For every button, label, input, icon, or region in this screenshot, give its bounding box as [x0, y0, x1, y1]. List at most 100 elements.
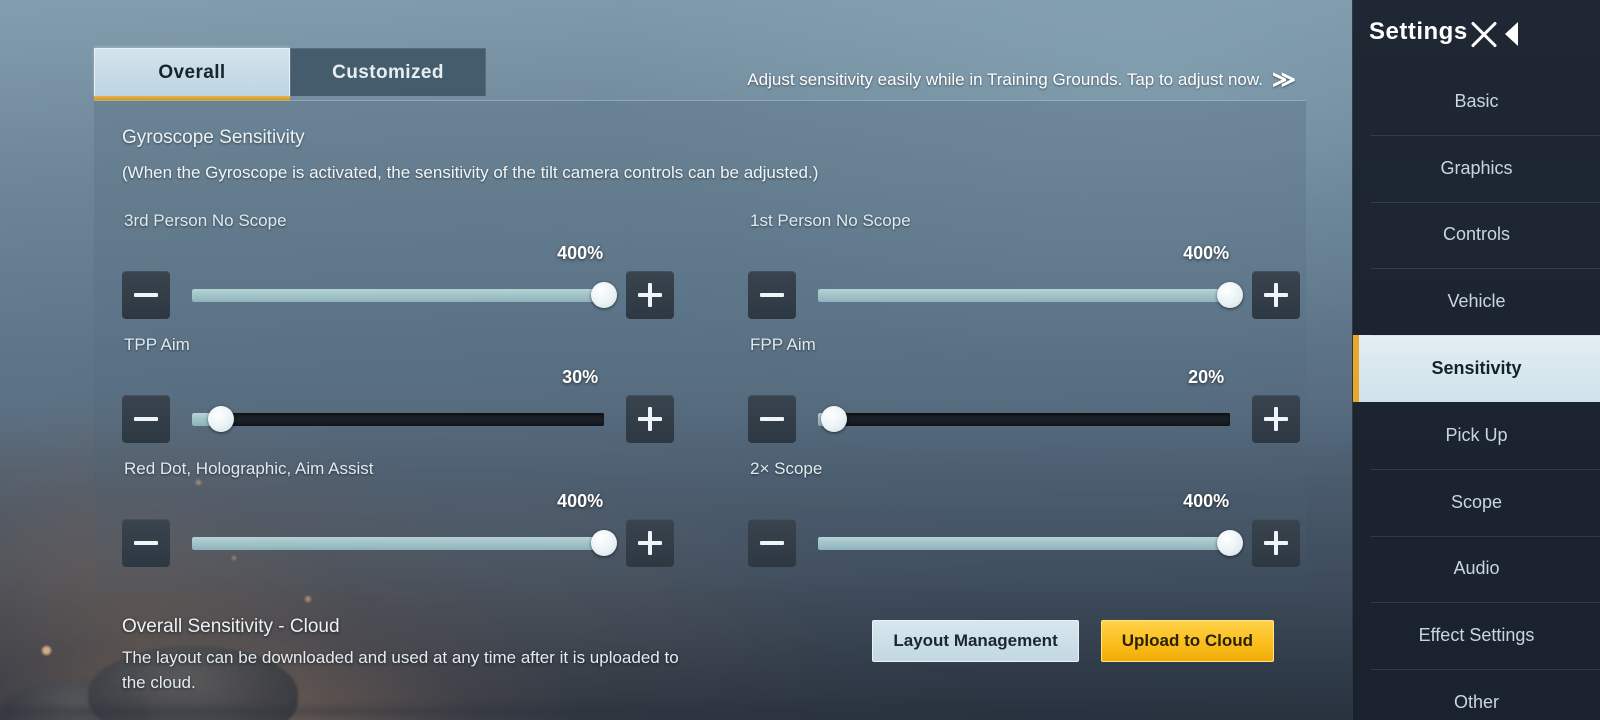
decrease-button[interactable] — [122, 395, 170, 443]
increase-button[interactable] — [626, 395, 674, 443]
sidebar-item-sensitivity[interactable]: Sensitivity — [1353, 335, 1600, 402]
decrease-button[interactable] — [122, 271, 170, 319]
slider-track[interactable] — [818, 406, 1230, 432]
slider-label: FPP Aim — [750, 335, 816, 354]
decrease-button[interactable] — [748, 519, 796, 567]
sidebar-item-label: Sensitivity — [1431, 358, 1522, 379]
close-icon[interactable] — [1463, 14, 1505, 56]
plus-icon-vertical — [648, 407, 652, 431]
slider-controls — [748, 271, 1300, 319]
slider-controls — [122, 271, 674, 319]
decrease-button[interactable] — [748, 271, 796, 319]
settings-screen: Overall Customized Adjust sensitivity ea… — [0, 0, 1600, 720]
increase-button[interactable] — [1252, 395, 1300, 443]
training-grounds-hint[interactable]: Adjust sensitivity easily while in Train… — [747, 68, 1296, 91]
sidebar-item-controls[interactable]: Controls — [1353, 201, 1600, 269]
slider-track-area[interactable] — [818, 271, 1243, 319]
sidebar-title: Settings — [1369, 18, 1468, 45]
plus-icon-vertical — [648, 531, 652, 555]
settings-sidebar: Settings Basic Graphics Controls Vehicle… — [1352, 0, 1600, 720]
tab-customized[interactable]: Customized — [290, 48, 486, 96]
slider-thumb[interactable] — [1217, 530, 1243, 556]
slider-track[interactable] — [192, 406, 604, 432]
gyroscope-section-title: Gyroscope Sensitivity — [122, 127, 305, 148]
plus-icon-vertical — [1274, 407, 1278, 431]
slider-track[interactable] — [192, 530, 617, 556]
slider-thumb[interactable] — [591, 282, 617, 308]
slider-controls — [122, 395, 674, 443]
slider-value: 400% — [557, 491, 604, 511]
tab-bar: Overall Customized — [94, 48, 486, 101]
slider-label: TPP Aim — [124, 335, 190, 354]
slider-track-area[interactable] — [818, 395, 1230, 443]
sidebar-header: Settings — [1353, 0, 1600, 68]
slider-thumb[interactable] — [821, 406, 848, 432]
sidebar-item-basic[interactable]: Basic — [1353, 68, 1600, 135]
increase-button[interactable] — [1252, 519, 1300, 567]
increase-button[interactable] — [626, 519, 674, 567]
sidebar-item-label: Controls — [1442, 224, 1511, 245]
cloud-section: Overall Sensitivity - Cloud The layout c… — [94, 608, 1306, 708]
cloud-action-buttons: Layout Management Upload to Cloud — [872, 620, 1274, 662]
sidebar-item-label: Basic — [1454, 90, 1499, 111]
minus-icon — [760, 417, 784, 421]
sidebar-item-label: Pick Up — [1445, 424, 1508, 445]
increase-button[interactable] — [626, 271, 674, 319]
slider-fill — [192, 536, 604, 550]
minus-icon — [760, 293, 784, 297]
sidebar-item-audio[interactable]: Audio — [1353, 535, 1600, 603]
sidebar-item-label: Other — [1453, 692, 1500, 713]
tab-overall-label: Overall — [158, 61, 226, 83]
slider-fill — [818, 288, 1230, 302]
plus-icon-vertical — [648, 283, 652, 307]
slider-row-3rd-person-no-scope: 3rd Person No Scope 400% — [122, 205, 674, 329]
slider-value: 30% — [562, 367, 599, 387]
plus-icon-vertical — [1274, 531, 1278, 555]
slider-track[interactable] — [818, 282, 1243, 308]
slider-track[interactable] — [818, 530, 1243, 556]
slider-label: Red Dot, Holographic, Aim Assist — [124, 459, 374, 478]
sidebar-item-pick-up[interactable]: Pick Up — [1353, 402, 1600, 469]
cloud-section-description: The layout can be downloaded and used at… — [122, 648, 679, 692]
slider-row-tpp-aim: TPP Aim 30% — [122, 329, 674, 453]
slider-track[interactable] — [192, 282, 617, 308]
slider-track-area[interactable] — [192, 271, 617, 319]
slider-row-fpp-aim: FPP Aim 20% — [748, 329, 1300, 453]
minus-icon — [134, 293, 158, 297]
tab-overall[interactable]: Overall — [94, 48, 290, 101]
sidebar-item-label: Effect Settings — [1418, 625, 1535, 646]
slider-grid: 3rd Person No Scope 400% 1st Person No S… — [94, 205, 1306, 591]
slider-controls — [748, 519, 1300, 567]
increase-button[interactable] — [1252, 271, 1300, 319]
slider-label: 2× Scope — [750, 459, 823, 478]
minus-icon — [134, 417, 158, 421]
sidebar-item-effect-settings[interactable]: Effect Settings — [1353, 602, 1600, 669]
slider-value: 400% — [1183, 243, 1230, 263]
plus-icon-vertical — [1274, 283, 1278, 307]
slider-track-area[interactable] — [192, 519, 617, 567]
slider-value: 20% — [1188, 367, 1225, 387]
sidebar-item-vehicle[interactable]: Vehicle — [1353, 268, 1600, 335]
slider-value: 400% — [1183, 491, 1230, 511]
sidebar-item-other[interactable]: Other — [1353, 669, 1600, 720]
decrease-button[interactable] — [122, 519, 170, 567]
slider-thumb[interactable] — [591, 530, 617, 556]
minus-icon — [760, 541, 784, 545]
sidebar-item-label: Scope — [1450, 491, 1503, 512]
layout-management-button[interactable]: Layout Management — [872, 620, 1079, 662]
slider-track-area[interactable] — [192, 395, 604, 443]
slider-controls — [748, 395, 1300, 443]
decrease-button[interactable] — [748, 395, 796, 443]
slider-thumb[interactable] — [1217, 282, 1243, 308]
slider-row-red-dot-holographic-aim-assist: Red Dot, Holographic, Aim Assist 400% — [122, 453, 674, 577]
upload-to-cloud-button[interactable]: Upload to Cloud — [1100, 620, 1274, 662]
sidebar-item-scope[interactable]: Scope — [1353, 468, 1600, 536]
sidebar-item-label: Audio — [1453, 558, 1500, 579]
slider-thumb[interactable] — [207, 406, 234, 432]
slider-track-area[interactable] — [818, 519, 1243, 567]
sidebar-item-graphics[interactable]: Graphics — [1353, 134, 1600, 202]
sidebar-item-label: Graphics — [1440, 157, 1513, 178]
collapse-left-icon[interactable] — [1505, 22, 1518, 46]
cloud-section-title: Overall Sensitivity - Cloud — [122, 616, 340, 637]
slider-fill — [818, 536, 1230, 550]
